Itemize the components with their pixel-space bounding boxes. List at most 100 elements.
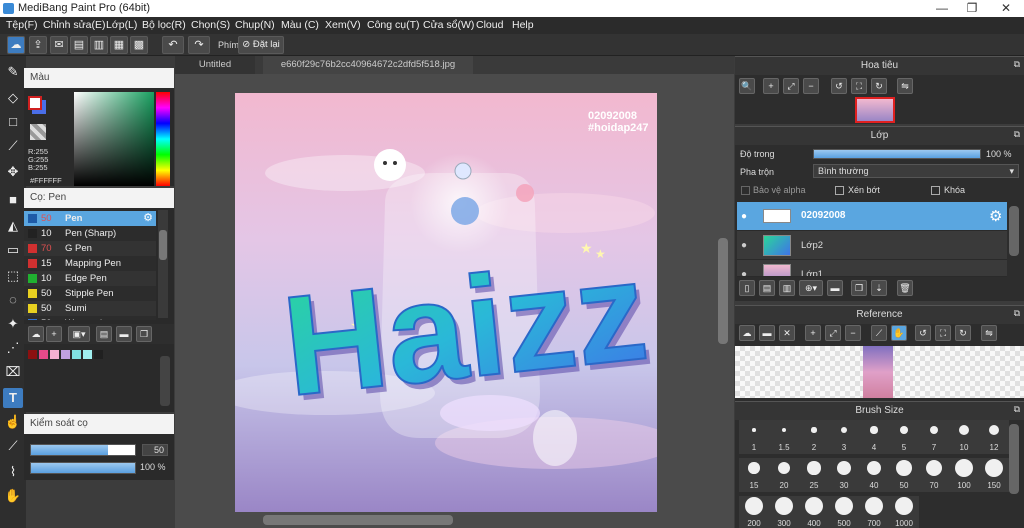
menu-edit[interactable]: Chỉnh sửa(E) bbox=[43, 19, 105, 31]
brush-size-cell[interactable]: 10 bbox=[949, 420, 979, 454]
brush-cloud-icon[interactable]: ☁ bbox=[28, 326, 44, 342]
gear-icon[interactable]: ⚙ bbox=[143, 211, 153, 224]
brush-list-item[interactable]: 15 Mapping Pen bbox=[24, 256, 156, 271]
brush-list-item[interactable]: 50 Watercolor bbox=[24, 316, 156, 320]
add-layer-menu-icon[interactable]: ⊕▾ bbox=[799, 280, 823, 296]
menu-cloud[interactable]: Cloud bbox=[476, 19, 503, 31]
move-tool-icon[interactable]: ✥ bbox=[3, 162, 23, 182]
brush-size-cell[interactable]: 100 bbox=[949, 458, 979, 492]
menu-layer[interactable]: Lớp(L) bbox=[106, 19, 137, 31]
line-tool-icon[interactable]: ⟋ bbox=[3, 136, 23, 156]
reference-zoom-in-icon[interactable]: + bbox=[805, 325, 821, 341]
artwork-canvas[interactable]: ★ ★ ★ ★ Haizz Haizz 02092008 #hoidap247 bbox=[235, 93, 657, 512]
reference-zoom-out-icon[interactable]: − bbox=[845, 325, 861, 341]
layers-scrollbar[interactable] bbox=[1009, 206, 1019, 256]
foreground-color-swatch[interactable] bbox=[28, 96, 42, 110]
magic-wand-tool-icon[interactable]: ✦ bbox=[3, 314, 23, 334]
reset-button[interactable]: ⊘ Đặt lại bbox=[238, 36, 284, 54]
brush-size-cell[interactable]: 150 bbox=[979, 458, 1009, 492]
layers-popout-icon[interactable]: ⧉ bbox=[1014, 129, 1020, 140]
brush-size-popout-icon[interactable]: ⧉ bbox=[1014, 404, 1020, 415]
brush-copy-icon[interactable]: ❐ bbox=[136, 326, 152, 342]
brush-size-cell[interactable]: 50 bbox=[889, 458, 919, 492]
gear-icon[interactable]: ⚙ bbox=[989, 207, 1002, 225]
zoom-in-icon[interactable]: + bbox=[763, 78, 779, 94]
palette-swatch[interactable] bbox=[28, 350, 37, 359]
undo-icon[interactable]: ↶ bbox=[162, 36, 184, 54]
zoom-icon[interactable]: 🔍 bbox=[739, 78, 755, 94]
eraser-tool-icon[interactable]: ◇ bbox=[3, 88, 23, 108]
transparent-color-swatch[interactable] bbox=[30, 124, 46, 140]
brush-size-cell[interactable]: 2 bbox=[799, 420, 829, 454]
maximize-button[interactable]: ❐ bbox=[956, 0, 988, 17]
hue-slider[interactable] bbox=[156, 92, 170, 186]
brush-size-cell[interactable]: 4 bbox=[859, 420, 889, 454]
minimize-button[interactable]: — bbox=[926, 0, 958, 17]
palette-swatch[interactable] bbox=[94, 350, 103, 359]
layer-row[interactable]: ● 02092008 ⚙ bbox=[737, 202, 1007, 231]
bucket-tool-icon[interactable]: ◭ bbox=[3, 216, 23, 236]
brush-size-cell[interactable]: 40 bbox=[859, 458, 889, 492]
reference-actual-size-icon[interactable]: ⛶ bbox=[935, 325, 951, 341]
brush-size-cell[interactable]: 400 bbox=[799, 496, 829, 528]
menu-tools[interactable]: Công cụ(T) bbox=[367, 19, 420, 31]
rotate-right-icon[interactable]: ↻ bbox=[871, 78, 887, 94]
protect-alpha-checkbox[interactable] bbox=[741, 186, 750, 195]
brush-size-cell[interactable]: 200 bbox=[739, 496, 769, 528]
text-tool-icon[interactable]: T bbox=[3, 388, 23, 408]
reference-close-icon[interactable]: ✕ bbox=[779, 325, 795, 341]
brush-size-cell[interactable]: 1000 bbox=[889, 496, 919, 528]
brush-doc-icon[interactable]: ▤ bbox=[96, 326, 112, 342]
palette-swatch[interactable] bbox=[72, 350, 81, 359]
brush-list-item[interactable]: 10 Pen (Sharp) bbox=[24, 226, 156, 241]
menu-help[interactable]: Help bbox=[512, 19, 534, 31]
share-icon[interactable]: ⇪ bbox=[29, 36, 47, 54]
palette-swatch[interactable] bbox=[50, 350, 59, 359]
brush-size-cell[interactable]: 70 bbox=[919, 458, 949, 492]
reference-flip-icon[interactable]: ⇋ bbox=[981, 325, 997, 341]
tab-untitled[interactable]: Untitled bbox=[175, 56, 255, 74]
brush-list-scrollbar[interactable] bbox=[158, 210, 168, 318]
clipping-checkbox[interactable] bbox=[835, 186, 844, 195]
brush-size-cell[interactable]: 20 bbox=[769, 458, 799, 492]
brush-size-scrollbar[interactable] bbox=[1009, 424, 1019, 494]
reference-hand-icon[interactable]: ✋ bbox=[891, 325, 907, 341]
canvas-horizontal-scrollbar[interactable] bbox=[263, 515, 453, 525]
new-8bit-layer-icon[interactable]: ▥ bbox=[779, 280, 795, 296]
brush-size-cell[interactable]: 5 bbox=[889, 420, 919, 454]
reference-rotate-right-icon[interactable]: ↻ bbox=[955, 325, 971, 341]
brush-size-cell[interactable]: 15 bbox=[739, 458, 769, 492]
manage-icon[interactable]: ▦ bbox=[110, 36, 128, 54]
brush-size-cell[interactable]: 700 bbox=[859, 496, 889, 528]
select-pen-tool-icon[interactable]: ⋰ bbox=[3, 338, 23, 358]
brush-size-cell[interactable]: 7 bbox=[919, 420, 949, 454]
reference-popout-icon[interactable]: ⧉ bbox=[1014, 308, 1020, 319]
select-eraser-tool-icon[interactable]: ⌧ bbox=[3, 362, 23, 382]
new-halftone-layer-icon[interactable]: ▤ bbox=[759, 280, 775, 296]
brush-list-item[interactable]: 50 Sumi bbox=[24, 301, 156, 316]
tab-file[interactable]: e660f29c76b2cc40964672c2dfd5f518.jpg bbox=[263, 56, 473, 74]
reference-rotate-left-icon[interactable]: ↺ bbox=[915, 325, 931, 341]
brush-size-cell[interactable]: 1 bbox=[739, 420, 769, 454]
lock-checkbox[interactable] bbox=[931, 186, 940, 195]
brush-size-cell[interactable]: 12 bbox=[979, 420, 1009, 454]
menu-capture[interactable]: Chụp(N) bbox=[235, 19, 275, 31]
new-layer-icon[interactable]: ▯ bbox=[739, 280, 755, 296]
saturation-value-picker[interactable] bbox=[74, 92, 154, 186]
close-button[interactable]: ✕ bbox=[990, 0, 1022, 17]
palette-swatch[interactable] bbox=[39, 350, 48, 359]
reference-eyedropper-icon[interactable]: ⟋ bbox=[871, 325, 887, 341]
reference-open-icon[interactable]: ▬ bbox=[759, 325, 775, 341]
reference-fit-icon[interactable]: ⤢ bbox=[825, 325, 841, 341]
menu-view[interactable]: Xem(V) bbox=[325, 19, 361, 31]
brush-add-icon[interactable]: + bbox=[46, 326, 62, 342]
brush-size-cell[interactable]: 300 bbox=[769, 496, 799, 528]
brush-size-cell[interactable]: 3 bbox=[829, 420, 859, 454]
visibility-icon[interactable]: ● bbox=[741, 240, 747, 251]
folder-icon[interactable]: ▬ bbox=[827, 280, 843, 296]
rotate-left-icon[interactable]: ↺ bbox=[831, 78, 847, 94]
brush-size-cell[interactable]: 30 bbox=[829, 458, 859, 492]
fit-icon[interactable]: ⤢ bbox=[783, 78, 799, 94]
brush-size-value[interactable]: 50 bbox=[142, 444, 168, 456]
brush-size-cell[interactable]: 500 bbox=[829, 496, 859, 528]
